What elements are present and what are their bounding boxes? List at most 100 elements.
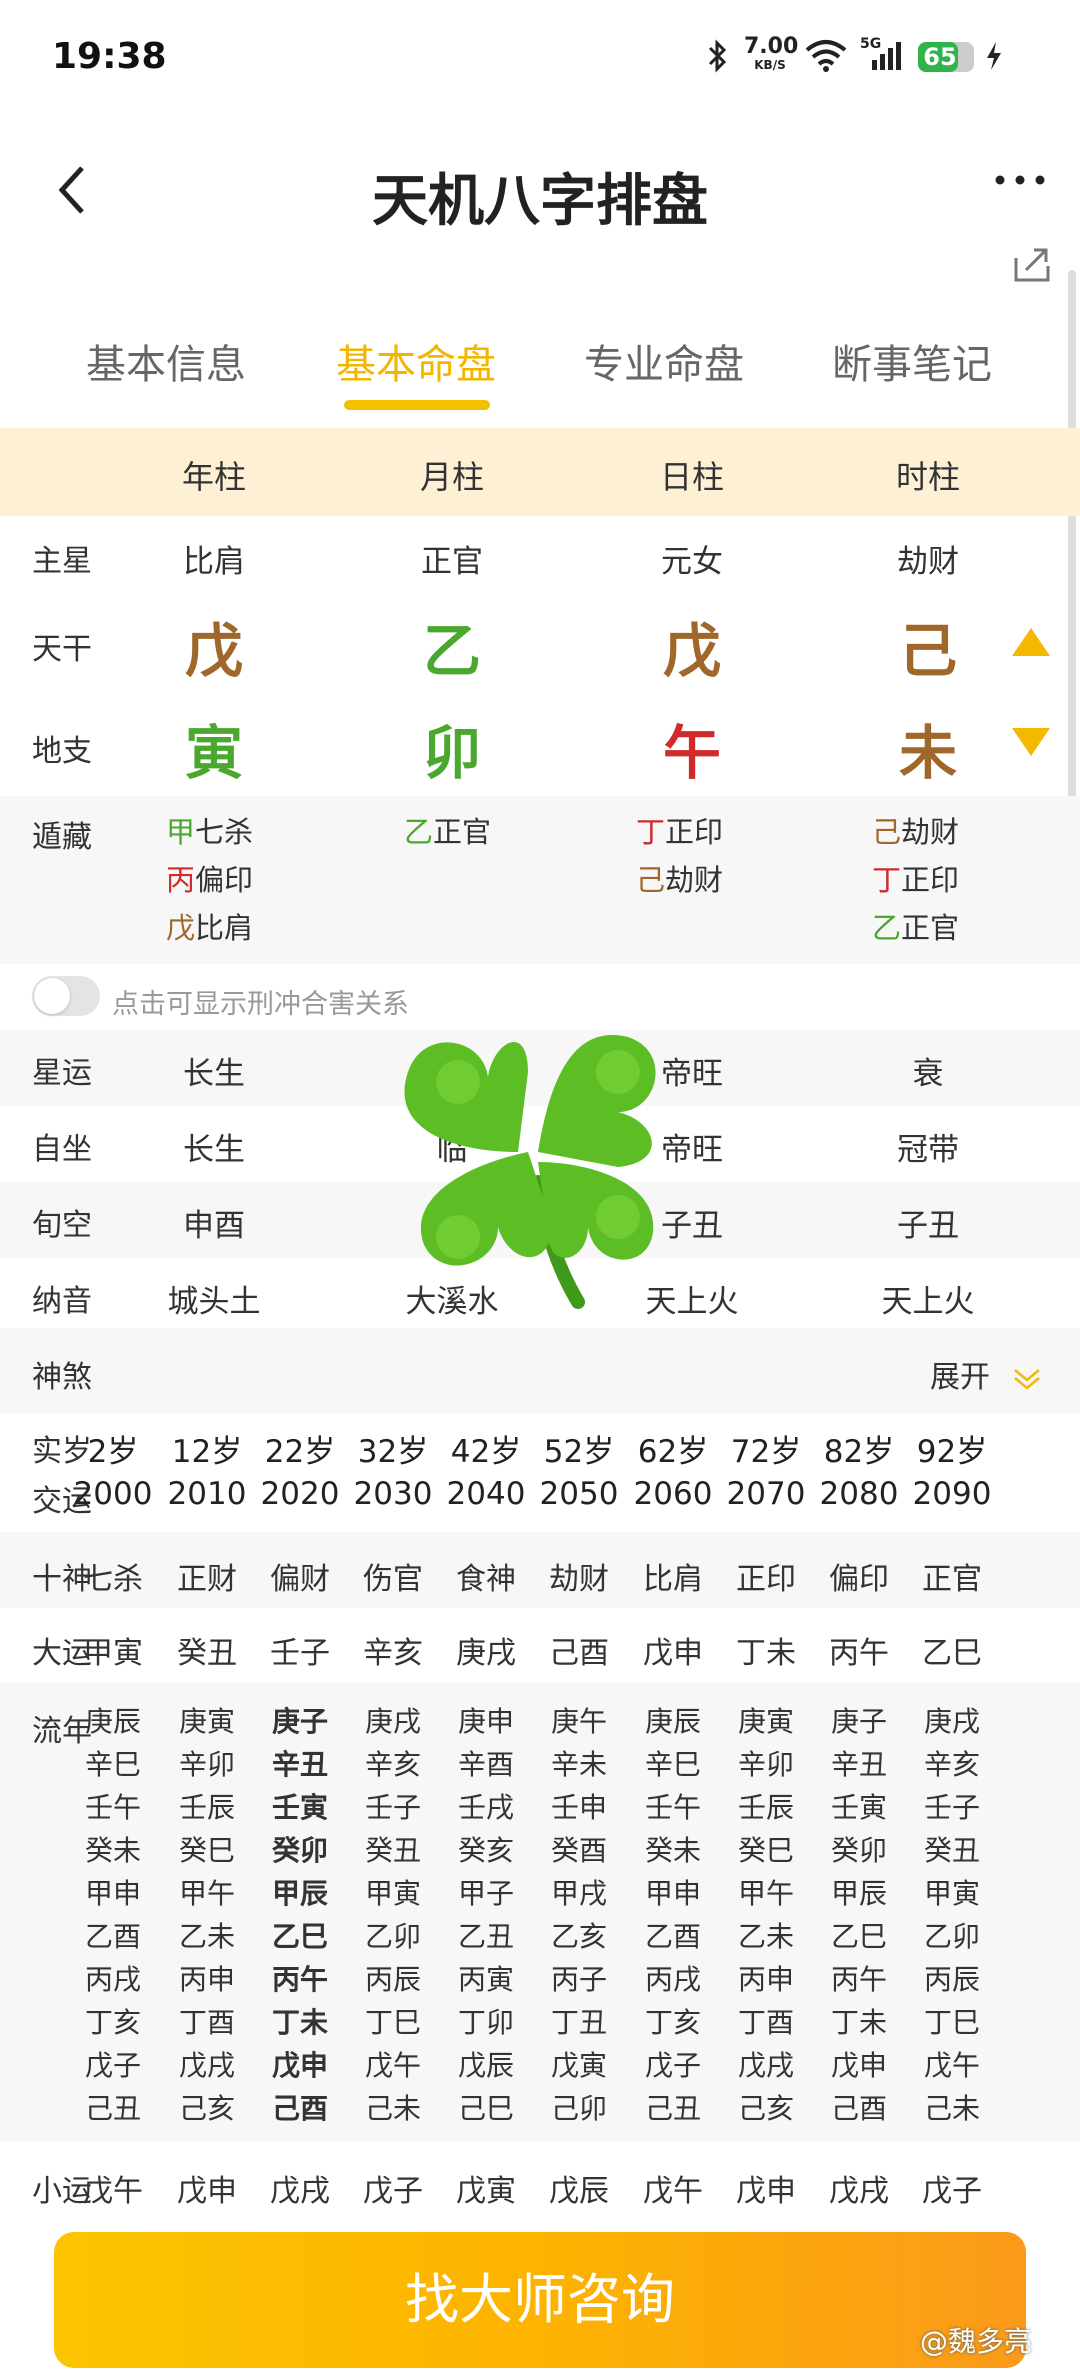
liunian-cell: 甲午: [178, 1877, 235, 1910]
liunian-cell: 壬申: [550, 1791, 607, 1824]
liunian-cell: 癸巳: [737, 1834, 794, 1867]
tab-basic-chart[interactable]: 基本命盘: [296, 332, 536, 390]
hidden-stem-item: 甲七杀: [166, 808, 253, 856]
hidden-stem-char: 丁: [636, 815, 666, 849]
liunian-cell: 乙巳: [830, 1920, 887, 1953]
liunian-cell: 壬寅: [830, 1791, 887, 1824]
liunian-cell: 乙未: [178, 1920, 235, 1953]
dayun-cell: 乙巳: [922, 1636, 982, 1671]
dayun-cell: 壬子: [270, 1636, 330, 1671]
tab-notes[interactable]: 断事笔记: [792, 332, 1032, 390]
chevron-left-icon: [58, 166, 84, 214]
liunian-cell: 甲寅: [923, 1877, 980, 1910]
hidden-stem-char: 丁: [872, 863, 902, 897]
more-button[interactable]: [990, 160, 1050, 220]
liunian-cell: 癸未: [644, 1834, 701, 1867]
hidden-stem-item: 丁正印: [636, 808, 723, 856]
scroll-down-button[interactable]: [1010, 726, 1052, 762]
liunian-cell: 辛丑: [830, 1748, 887, 1781]
age-cell: 72岁: [730, 1434, 802, 1470]
liunian-cell: 辛亥: [923, 1748, 980, 1781]
charging-icon: [984, 34, 1004, 78]
liunian-column: 庚戌 辛亥 壬子 癸丑 甲寅 乙卯 丙辰 丁巳 戊午 己未: [907, 1700, 997, 2130]
liunian-column: 庚戌 辛亥 壬子 癸丑 甲寅 乙卯 丙辰 丁巳 戊午 己未: [348, 1700, 438, 2130]
liunian-cell: 辛卯: [737, 1748, 794, 1781]
xiaoyun-cell: 戊寅: [456, 2174, 516, 2209]
hidden-stem-char: 戊: [166, 911, 196, 945]
xiaoyun-cell: 戊申: [177, 2174, 237, 2209]
dayun-cell: 己酉: [549, 1636, 609, 1671]
liunian-cell: 乙卯: [364, 1920, 421, 1953]
liunian-cell: 壬辰: [178, 1791, 235, 1824]
liunian-cell: 庚辰: [84, 1705, 141, 1738]
xiaoyun-cell: 戊申: [736, 2174, 796, 2209]
share-icon[interactable]: [1012, 244, 1052, 284]
consult-master-button[interactable]: 找大师咨询: [54, 2232, 1026, 2368]
liunian-cell: 壬戌: [457, 1791, 514, 1824]
hidden-stem-item: 己劫财: [636, 856, 723, 904]
nav-bar: 天机八字排盘: [0, 120, 1080, 260]
liunian-cell: 辛卯: [178, 1748, 235, 1781]
liunian-cell: 丁巳: [923, 2006, 980, 2039]
back-button[interactable]: [52, 160, 112, 230]
shishen-cell: 比肩: [643, 1562, 703, 1597]
toggle-label: 点击可显示刑冲合害关系: [112, 989, 409, 1020]
liunian-cell: 甲申: [84, 1877, 141, 1910]
start-year-cell: 2050: [539, 1476, 619, 1512]
liunian-cell: 丁巳: [364, 2006, 421, 2039]
more-horizontal-icon: [995, 175, 1045, 185]
age-cell: 62岁: [637, 1434, 709, 1470]
start-year-cell: 2020: [260, 1476, 340, 1512]
liunian-cell: 庚寅: [737, 1705, 794, 1738]
liunian-column: 庚辰 辛巳 壬午 癸未 甲申 乙酉 丙戌 丁亥 戊子 己丑: [68, 1700, 158, 2130]
dizhi-hour: 未: [898, 719, 957, 787]
hidden-stem-char: 丙: [166, 863, 196, 897]
scroll-up-button[interactable]: [1010, 626, 1052, 662]
liunian-cell: 癸丑: [923, 1834, 980, 1867]
row-label-hidden-stems: 遁藏: [32, 820, 92, 855]
liunian-column: 庚寅 辛卯 壬辰 癸巳 甲午 乙未 丙申 丁酉 戊戌 己亥: [721, 1700, 811, 2130]
liunian-cell: 丙辰: [364, 1963, 421, 1996]
zizuo-year: 长生: [183, 1132, 245, 1168]
liunian-cell: 丁酉: [737, 2006, 794, 2039]
liunian-cell: 癸巳: [178, 1834, 235, 1867]
liunian-cell: 癸未: [84, 1834, 141, 1867]
xiaoyun-cell: 戊午: [83, 2174, 143, 2209]
row-label-xunkong: 旬空: [32, 1208, 92, 1243]
liunian-cell: 丙申: [178, 1963, 235, 1996]
dayun-cell: 癸丑: [177, 1636, 237, 1671]
liunian-cell: 庚子: [830, 1705, 887, 1738]
dayun-cell: 辛亥: [363, 1636, 423, 1671]
main-star-month: 正官: [421, 544, 483, 580]
tab-pro-chart[interactable]: 专业命盘: [544, 332, 784, 390]
liunian-cell: 辛巳: [84, 1748, 141, 1781]
liunian-cell: 庚午: [550, 1705, 607, 1738]
liunian-cell: 己丑: [644, 2092, 701, 2125]
age-cell: 82岁: [823, 1434, 895, 1470]
hidden-stem-god: 偏印: [195, 863, 254, 897]
liunian-cell: 乙巳: [271, 1920, 328, 1953]
row-label-main-star: 主星: [32, 544, 92, 579]
start-year-cell: 2090: [912, 1476, 992, 1512]
liunian-column: 庚午 辛未 壬申 癸酉 甲戌 乙亥 丙子 丁丑 戊寅 己卯: [534, 1700, 624, 2130]
liunian-cell: 丁亥: [84, 2006, 141, 2039]
tiangan-day: 戊: [662, 617, 721, 685]
tab-basic-info[interactable]: 基本信息: [46, 332, 286, 390]
age-cell: 32岁: [357, 1434, 429, 1470]
col-hour: 时柱: [895, 458, 960, 496]
xiaoyun-cell: 戊辰: [549, 2174, 609, 2209]
liunian-cell: 己酉: [271, 2092, 328, 2125]
toggle-knob[interactable]: [34, 978, 70, 1014]
liunian-cell: 己未: [364, 2092, 421, 2125]
xiaoyun-cell: 戊戌: [270, 2174, 330, 2209]
dayun-cell: 丙午: [829, 1636, 889, 1671]
expand-button[interactable]: 展开: [930, 1352, 1044, 1396]
xiaoyun-cell: 戊戌: [829, 2174, 889, 2209]
liunian-cell: 丁未: [830, 2006, 887, 2039]
liunian-cell: 癸亥: [457, 1834, 514, 1867]
dayun-cell: 甲寅: [83, 1636, 143, 1671]
row-label-xingyun: 星运: [32, 1056, 92, 1091]
shishen-cell: 食神: [456, 1562, 516, 1597]
hidden-stem-char: 乙: [872, 911, 902, 945]
active-tab-indicator: [344, 400, 490, 410]
